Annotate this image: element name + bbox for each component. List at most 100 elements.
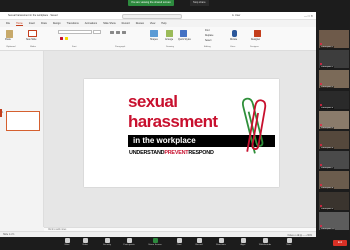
arrange-button[interactable]: Arrange: [165, 39, 173, 41]
shared-powerpoint-window: Sexual harassment in the workplace · Sav…: [0, 12, 316, 237]
slide[interactable]: sexual harassment in the workplace UNDER…: [84, 79, 279, 187]
shapes-icon[interactable]: [150, 30, 158, 37]
ribbon-tab-file[interactable]: File: [6, 22, 10, 25]
participant-tile[interactable]: Participant 6: [319, 131, 349, 149]
muted-mic-icon: [320, 123, 322, 126]
participant-tile[interactable]: Participant 10: [319, 211, 349, 230]
font-color-icon[interactable]: [60, 37, 63, 40]
slide-tagline: UNDERSTANDPREVENTRESPOND: [129, 150, 214, 156]
share-banner[interactable]: You are viewing the shared screen: [128, 0, 174, 6]
font-name-field[interactable]: [58, 30, 92, 34]
chat-label: Chat: [176, 243, 182, 246]
participant-tile[interactable]: Participant 9: [319, 191, 349, 210]
participant-tile[interactable]: Participant 2: [319, 50, 349, 69]
participant-tile[interactable]: Participant 8: [319, 171, 349, 190]
share-screen-button[interactable]: Share Screen: [146, 238, 164, 246]
slide-thumbnail-number: 1: [2, 111, 4, 114]
ribbon-tab-animations[interactable]: Animations: [85, 22, 97, 25]
slide-thumbnail-pane: 1: [0, 51, 44, 227]
muted-mic-icon: [320, 43, 322, 45]
new-slide-button[interactable]: New Slide: [26, 39, 36, 41]
end-meeting-button[interactable]: End: [333, 240, 347, 246]
ribbon-group-designer: Designer: [250, 46, 259, 48]
apps-label: Apps: [240, 243, 246, 246]
muted-mic-icon: [320, 224, 322, 227]
ppt-title-bar: Sexual harassment in the workplace · Sav…: [0, 12, 316, 20]
record-button[interactable]: Record: [190, 238, 208, 246]
user-name[interactable]: A. User: [232, 14, 240, 17]
ribbon-tab-home[interactable]: Home: [16, 22, 23, 26]
slide-count: Slide 1 of 1: [3, 233, 15, 236]
ribbon-tab-record[interactable]: Record: [122, 22, 130, 25]
window-controls[interactable]: — □ ✕: [304, 14, 313, 18]
ribbon-tab-slide-show[interactable]: Slide Show: [103, 22, 116, 25]
whiteboards-button[interactable]: Whiteboards: [256, 238, 274, 246]
ribbon-tab-view[interactable]: View: [150, 22, 155, 25]
microphone-icon[interactable]: [232, 30, 237, 37]
participant-gallery: Participant 1 Participant 2 Participant 3 P…: [318, 30, 350, 234]
align-icon[interactable]: [122, 31, 126, 34]
slide-thumbnail[interactable]: [6, 111, 40, 131]
designer-icon[interactable]: [254, 30, 261, 37]
slide-canvas: sexual harassment in the workplace UNDER…: [44, 51, 316, 227]
ribbon-tab-design[interactable]: Design: [53, 22, 61, 25]
muted-mic-icon: [320, 204, 322, 207]
ribbon-tab-help[interactable]: Help: [161, 22, 166, 25]
slide-title-line2: harassment: [128, 112, 218, 131]
video-button[interactable]: Video: [76, 238, 94, 246]
reactions-label: Reactions: [216, 243, 226, 246]
ribbon-group-editing: Editing: [204, 46, 211, 48]
stop-share-button[interactable]: Stop share: [190, 0, 209, 6]
replace-button[interactable]: Replace: [205, 35, 213, 37]
participants-button[interactable]: Participants: [120, 238, 138, 246]
paste-button[interactable]: Paste: [5, 39, 11, 41]
bullets-icon[interactable]: [110, 31, 114, 34]
participant-tile[interactable]: Participant 7: [319, 151, 349, 170]
find-button[interactable]: Find: [205, 30, 209, 32]
numbering-icon[interactable]: [116, 31, 120, 34]
reactions-button[interactable]: Reactions: [212, 238, 230, 246]
slide-subtitle-text: in the workplace: [133, 136, 196, 145]
ribbon-tab-review[interactable]: Review: [136, 22, 144, 25]
designer-button[interactable]: Designer: [251, 39, 260, 41]
apps-grid-icon: [240, 238, 246, 243]
whiteboard-icon: [262, 238, 268, 243]
ribbon-tab-insert[interactable]: Insert: [29, 22, 35, 25]
ribbon-tabs: File Home Insert Draw Design Transitions Anima…: [0, 20, 316, 27]
chat-button[interactable]: Chat: [170, 238, 188, 246]
more-button[interactable]: More: [280, 238, 298, 246]
ribbon-group-slides: Slides: [30, 46, 36, 48]
participant-tile[interactable]: Participant 5: [319, 110, 349, 129]
paste-icon[interactable]: [6, 30, 13, 38]
quick-styles-button[interactable]: Quick Styles: [178, 39, 191, 41]
participant-tile[interactable]: Participant 3: [319, 70, 349, 89]
highlight-icon[interactable]: [65, 37, 68, 40]
mute-button[interactable]: Mute: [58, 238, 76, 246]
tagline-understand: UNDERSTAND: [129, 150, 165, 156]
font-size-field[interactable]: [93, 30, 101, 34]
ribbon-group-voice: Voice: [230, 46, 236, 48]
ribbon-group-clipboard: Clipboard: [6, 46, 16, 48]
quick-styles-icon[interactable]: [180, 30, 187, 37]
arrange-icon[interactable]: [166, 30, 173, 37]
people-icon: [126, 238, 132, 243]
search-box[interactable]: [122, 13, 182, 19]
muted-mic-icon: [320, 63, 322, 66]
meeting-controls: Mute Video Security Participants Share S…: [0, 237, 350, 250]
security-button[interactable]: Security: [98, 238, 116, 246]
participant-tile[interactable]: Participant 1: [319, 30, 349, 48]
select-button[interactable]: Select: [205, 40, 211, 42]
apps-button[interactable]: Apps: [234, 238, 252, 246]
ribbon-tab-draw[interactable]: Draw: [41, 22, 47, 25]
tagline-respond: RESPOND: [188, 150, 214, 156]
ribbon-tab-transitions[interactable]: Transitions: [67, 22, 79, 25]
camera-icon: [82, 238, 88, 243]
shapes-button[interactable]: Shapes: [150, 39, 158, 41]
video-label: Video: [82, 243, 88, 246]
new-slide-icon[interactable]: [28, 30, 37, 37]
participant-tile[interactable]: Participant 4: [319, 90, 349, 109]
participant-name: Participant 1: [320, 46, 335, 48]
dictate-button[interactable]: Dictate: [230, 39, 237, 41]
microphone-icon: [64, 238, 70, 243]
paper-clips-icon: [241, 97, 267, 154]
